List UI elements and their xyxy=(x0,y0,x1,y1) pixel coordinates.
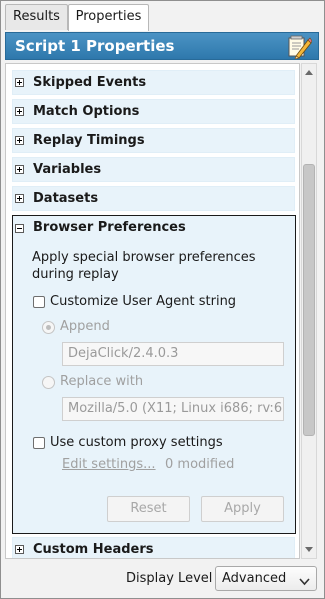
apply-button[interactable]: Apply xyxy=(201,496,284,522)
display-level-select[interactable]: Advanced xyxy=(215,566,317,591)
section-label: Browser Preferences xyxy=(33,220,186,235)
vertical-scrollbar[interactable] xyxy=(301,63,317,559)
expand-icon[interactable] xyxy=(15,165,24,174)
notepad-pencil-icon xyxy=(286,34,313,60)
replace-radio xyxy=(42,376,55,389)
properties-window: Results Properties Script 1 Properties S… xyxy=(0,0,325,599)
display-level-value: Advanced xyxy=(222,571,287,586)
modified-count: 0 modified xyxy=(165,457,235,472)
edit-settings-link: Edit settings... xyxy=(62,457,156,472)
proxy-checkbox-label: Use custom proxy settings xyxy=(50,435,223,450)
tab-properties[interactable]: Properties xyxy=(68,4,149,31)
replace-radio-label: Replace with xyxy=(60,374,144,389)
section-replay-timings[interactable]: Replay Timings xyxy=(12,128,295,153)
expand-icon[interactable] xyxy=(15,136,24,145)
append-radio xyxy=(42,321,55,334)
expand-icon[interactable] xyxy=(15,78,24,87)
section-custom-headers[interactable]: Custom Headers xyxy=(12,537,295,558)
append-input: DejaClick/2.4.0.3 xyxy=(62,342,284,366)
scroll-down-arrow-icon[interactable] xyxy=(302,542,316,556)
section-description: Apply special browser preferences during… xyxy=(32,250,256,282)
section-label: Skipped Events xyxy=(33,75,147,90)
chevron-down-icon xyxy=(299,575,310,590)
section-variables[interactable]: Variables xyxy=(12,157,295,182)
expand-icon[interactable] xyxy=(15,545,24,554)
user-agent-checkbox[interactable] xyxy=(33,296,45,308)
reset-button[interactable]: Reset xyxy=(107,496,190,522)
section-datasets[interactable]: Datasets xyxy=(12,186,295,211)
section-label: Datasets xyxy=(33,191,99,206)
display-level-label: Display Level xyxy=(126,571,213,586)
expand-icon[interactable] xyxy=(15,107,24,116)
properties-scroll-area: Skipped Events Match Options Replay Timi… xyxy=(5,63,300,559)
user-agent-checkbox-label: Customize User Agent string xyxy=(50,294,237,309)
tab-bar: Results Properties xyxy=(2,2,323,31)
scrollbar-thumb[interactable] xyxy=(303,164,315,436)
tab-results[interactable]: Results xyxy=(5,4,68,30)
section-label: Custom Headers xyxy=(33,542,154,557)
section-label: Replay Timings xyxy=(33,133,145,148)
section-header[interactable]: Browser Preferences xyxy=(13,216,295,241)
scroll-up-arrow-icon[interactable] xyxy=(302,66,316,80)
section-label: Variables xyxy=(33,162,102,177)
replace-input: Mozilla/5.0 (X11; Linux i686; rv:6.0) Ge… xyxy=(62,397,284,421)
collapse-icon[interactable] xyxy=(15,224,24,233)
proxy-checkbox[interactable] xyxy=(33,437,45,449)
append-radio-label: Append xyxy=(60,319,110,334)
properties-header: Script 1 Properties xyxy=(5,32,319,60)
page-title: Script 1 Properties xyxy=(15,37,175,55)
section-match-options[interactable]: Match Options xyxy=(12,99,295,124)
section-label: Match Options xyxy=(33,104,140,119)
expand-icon[interactable] xyxy=(15,194,24,203)
section-browser-preferences: Browser Preferences Apply special browse… xyxy=(12,215,296,534)
section-skipped-events[interactable]: Skipped Events xyxy=(12,70,295,95)
